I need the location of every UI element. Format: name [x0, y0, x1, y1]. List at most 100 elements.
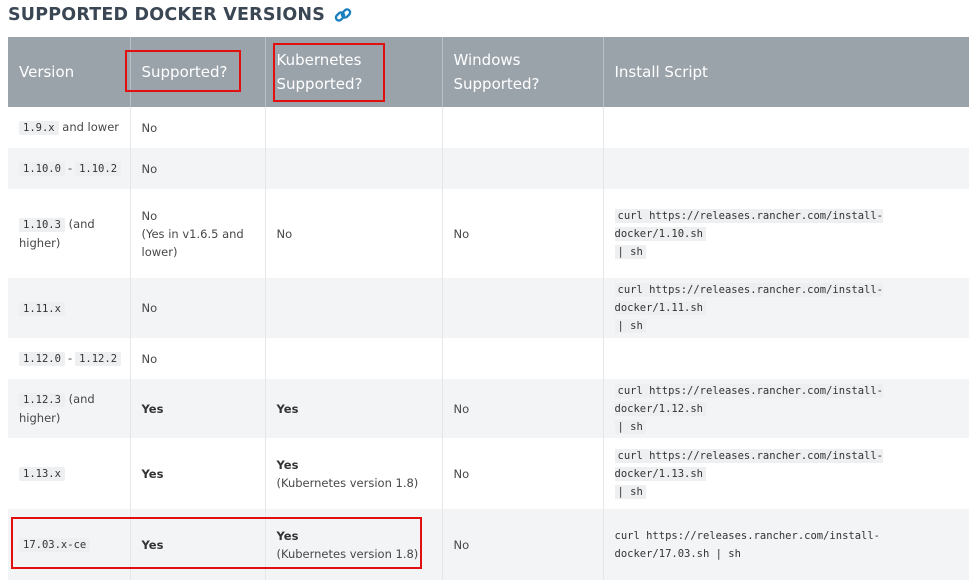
table-row: 1.10.3 (and higher) No (Yes in v1.6.5 and… [8, 189, 969, 278]
table-row: 17.03.x-ce Yes Yes (Kubernetes version 1.… [8, 509, 969, 580]
cell-kubernetes [265, 148, 443, 189]
version-code-end: 1.10.2 [75, 162, 122, 176]
cell-supported: Yes [130, 509, 266, 580]
supported-value: No [141, 351, 158, 366]
cell-script: curl https://releases.rancher.com/instal… [603, 379, 969, 438]
header-kubernetes: Kubernetes Supported? [265, 37, 443, 107]
section-heading: SUPPORTED DOCKER VERSIONS [8, 3, 353, 27]
version-separator: - [67, 351, 73, 365]
cell-supported: No [130, 338, 266, 379]
cell-supported: No [130, 278, 266, 338]
table-row: 1.11.x No curl https://releases.rancher.… [8, 278, 969, 338]
version-code-end: 1.12.2 [75, 352, 122, 366]
kubernetes-value: Yes [276, 528, 299, 543]
cell-supported: No [130, 148, 266, 189]
cell-windows [442, 148, 604, 189]
supported-value: No [141, 120, 158, 135]
header-kubernetes-line1: Kubernetes [276, 51, 362, 69]
script-line: | sh [614, 244, 646, 259]
table-row: 1.13.x Yes Yes (Kubernetes version 1.8) N… [8, 438, 969, 509]
section-title: SUPPORTED DOCKER VERSIONS [8, 5, 326, 25]
version-code: 1.10.3 [19, 218, 65, 232]
header-supported: Supported? [130, 37, 266, 107]
supported-value: Yes [141, 537, 164, 552]
supported-value: Yes [141, 466, 164, 481]
cell-windows: No [442, 189, 604, 278]
supported-note: (Yes in v1.6.5 and lower) [141, 226, 244, 259]
cell-kubernetes [265, 278, 443, 338]
cell-kubernetes: No [265, 189, 443, 278]
windows-value: No [453, 226, 470, 241]
cell-version: 1.12.0-1.12.2 [8, 338, 131, 379]
header-supported-label: Supported? [141, 63, 228, 81]
cell-windows [442, 278, 604, 338]
cell-script: curl https://releases.rancher.com/instal… [603, 438, 969, 509]
script-line: | sh [614, 419, 646, 434]
supported-value: No [141, 208, 158, 223]
docker-versions-table: Version Supported? Kubernetes Supported? … [8, 37, 969, 580]
header-windows: Windows Supported? [442, 37, 604, 107]
kubernetes-value: Yes [276, 401, 299, 416]
cell-version: 1.10.0-1.10.2 [8, 148, 131, 189]
cell-windows: No [442, 438, 604, 509]
windows-value: No [453, 466, 470, 481]
supported-value: No [141, 161, 158, 176]
header-windows-line2: Supported? [453, 75, 540, 93]
cell-supported: Yes [130, 379, 266, 438]
table-row: 1.9.x and lower No [8, 107, 969, 148]
version-code: 1.12.0 [19, 352, 65, 366]
supported-value: Yes [141, 401, 164, 416]
cell-windows [442, 107, 604, 148]
cell-supported: No (Yes in v1.6.5 and lower) [130, 189, 266, 278]
table-header-row: Version Supported? Kubernetes Supported? … [8, 37, 969, 107]
kubernetes-note: (Kubernetes version 1.8) [276, 475, 419, 490]
version-code: 1.11.x [19, 301, 65, 316]
cell-supported: Yes [130, 438, 266, 509]
version-text: and lower [62, 120, 119, 134]
version-code: 1.10.0 [19, 162, 65, 176]
version-code: 1.9.x [19, 121, 59, 135]
header-install-script: Install Script [603, 37, 969, 107]
script-line: curl https://releases.rancher.com/instal… [614, 208, 884, 241]
script-line: docker/17.03.sh | sh [614, 547, 741, 560]
header-windows-line1: Windows [453, 51, 521, 69]
cell-script: curl https://releases.rancher.com/instal… [603, 509, 969, 580]
kubernetes-note: (Kubernetes version 1.8) [276, 546, 419, 561]
cell-windows: No [442, 379, 604, 438]
cell-kubernetes [265, 338, 443, 379]
link-icon[interactable] [333, 5, 353, 25]
header-version: Version [8, 37, 131, 107]
header-version-label: Version [19, 63, 75, 81]
windows-value: No [453, 537, 470, 552]
cell-windows: No [442, 509, 604, 580]
cell-version: 1.9.x and lower [8, 107, 131, 148]
cell-version: 17.03.x-ce [8, 509, 131, 580]
cell-script [603, 148, 969, 189]
script-line: | sh [614, 484, 646, 499]
table-row: 1.10.0-1.10.2 No [8, 148, 969, 189]
cell-kubernetes: Yes (Kubernetes version 1.8) [265, 438, 443, 509]
cell-windows [442, 338, 604, 379]
version-separator: - [67, 161, 73, 175]
script-line: curl https://releases.rancher.com/instal… [614, 529, 881, 542]
cell-supported: No [130, 107, 266, 148]
script-line: curl https://releases.rancher.com/instal… [614, 383, 884, 416]
version-code: 1.12.3 [19, 393, 65, 407]
windows-value: No [453, 401, 470, 416]
cell-script [603, 107, 969, 148]
cell-version: 1.11.x [8, 278, 131, 338]
script-line: curl https://releases.rancher.com/instal… [614, 448, 884, 481]
cell-kubernetes: Yes (Kubernetes version 1.8) [265, 509, 443, 580]
version-code: 17.03.x-ce [19, 538, 91, 552]
cell-script: curl https://releases.rancher.com/instal… [603, 278, 969, 338]
header-install-script-label: Install Script [614, 63, 708, 81]
kubernetes-value: No [276, 226, 293, 241]
table-row: 1.12.3 (and higher) Yes Yes No curl http… [8, 379, 969, 438]
cell-script: curl https://releases.rancher.com/instal… [603, 189, 969, 278]
cell-kubernetes [265, 107, 443, 148]
version-code: 1.13.x [19, 467, 65, 481]
table-row: 1.12.0-1.12.2 No [8, 338, 969, 379]
cell-script [603, 338, 969, 379]
cell-version: 1.13.x [8, 438, 131, 509]
script-line: curl https://releases.rancher.com/instal… [614, 283, 884, 315]
